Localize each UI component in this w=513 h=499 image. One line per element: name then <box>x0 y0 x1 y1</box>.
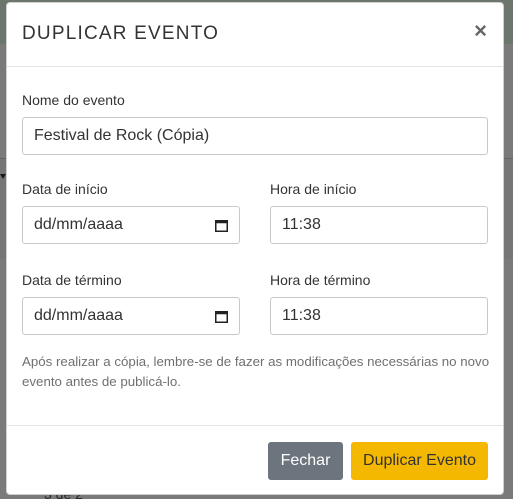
end-time-input[interactable]: 11:38 <box>270 297 488 335</box>
end-time-value: 11:38 <box>282 307 321 324</box>
close-button[interactable]: Fechar <box>268 442 343 480</box>
duplicate-event-button[interactable]: Duplicar Evento <box>351 442 488 480</box>
modal-body: Nome do evento Festival de Rock (Cópia) … <box>7 67 503 335</box>
end-date-input[interactable]: dd/mm/aaaa <box>22 297 240 335</box>
start-date-value: dd/mm/aaaa <box>34 216 123 233</box>
start-time-value: 11:38 <box>282 216 321 233</box>
close-icon[interactable]: × <box>474 20 487 42</box>
calendar-icon[interactable] <box>215 310 228 323</box>
event-name-input[interactable]: Festival de Rock (Cópia) <box>22 117 488 155</box>
start-date-input[interactable]: dd/mm/aaaa <box>22 206 240 244</box>
start-time-label: Hora de início <box>270 181 357 197</box>
modal-header: DUPLICAR EVENTO × <box>7 3 503 67</box>
modal-title: DUPLICAR EVENTO <box>22 23 220 44</box>
modal-footer: Fechar Duplicar Evento <box>7 425 503 494</box>
event-name-label: Nome do evento <box>22 92 125 108</box>
end-date-value: dd/mm/aaaa <box>34 307 123 324</box>
info-text: Após realizar a cópia, lembre-se de faze… <box>22 354 490 389</box>
start-time-input[interactable]: 11:38 <box>270 206 488 244</box>
end-time-label: Hora de término <box>270 272 371 288</box>
duplicate-event-modal: DUPLICAR EVENTO × Nome do evento Festiva… <box>6 2 504 495</box>
calendar-icon[interactable] <box>215 219 228 232</box>
event-name-value: Festival de Rock (Cópia) <box>34 127 210 144</box>
start-date-label: Data de início <box>22 181 108 197</box>
end-date-label: Data de término <box>22 272 122 288</box>
